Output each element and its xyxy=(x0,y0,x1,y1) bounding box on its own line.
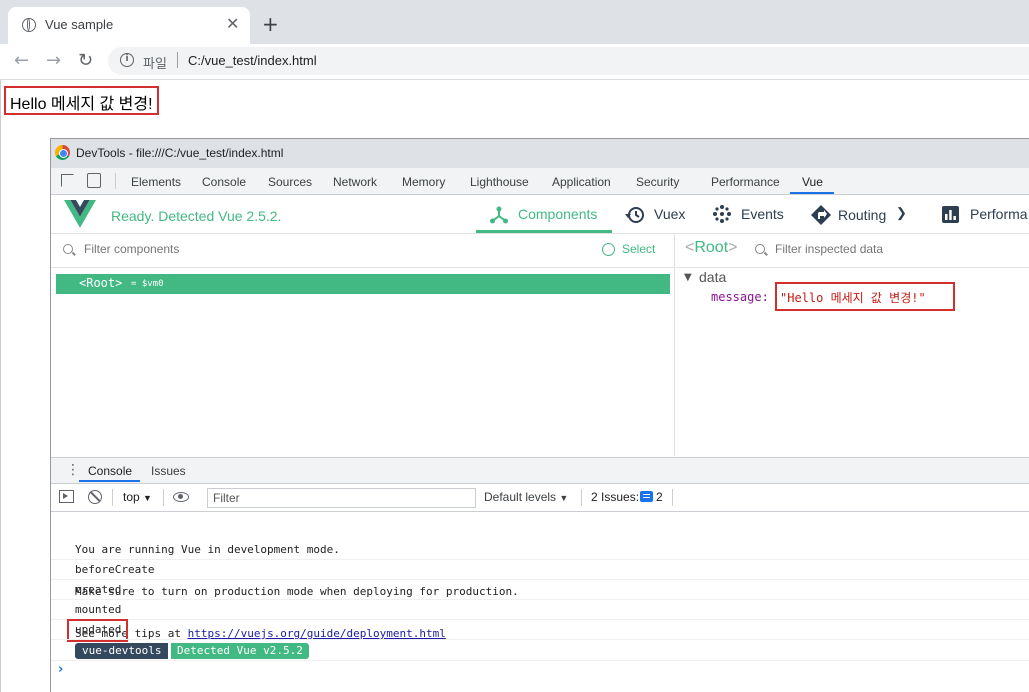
toolbar-divider xyxy=(112,489,113,506)
nav-performance[interactable]: Performa xyxy=(970,206,1028,222)
issues-label[interactable]: 2 Issues: xyxy=(591,490,639,504)
nav-components[interactable]: Components xyxy=(518,206,597,222)
chevron-down-icon[interactable]: ❯ xyxy=(896,205,907,221)
filter-inspected-data-input[interactable] xyxy=(775,242,1015,256)
message-divider xyxy=(51,639,1029,640)
vue-logo-icon xyxy=(64,200,96,228)
inspector-root-name: Root xyxy=(694,239,729,256)
sidebar-toggle-icon[interactable] xyxy=(59,490,74,503)
detected-vue-badge: Detected Vue v2.5.2 xyxy=(171,643,309,659)
message-key: message: xyxy=(711,290,769,304)
globe-icon xyxy=(22,18,36,32)
nav-routing[interactable]: Routing xyxy=(838,207,886,223)
select-component-button[interactable]: Select xyxy=(622,242,655,256)
bracket-close: > xyxy=(728,239,738,256)
drawer-tabbar xyxy=(51,457,1029,484)
tab-sources[interactable]: Sources xyxy=(268,175,312,189)
console-filter-input[interactable] xyxy=(207,488,476,508)
clear-console-icon[interactable] xyxy=(88,490,102,504)
url-scheme-label: 파일 xyxy=(143,57,167,72)
more-options-icon[interactable]: ⋮ xyxy=(66,462,80,478)
drawer-active-indicator xyxy=(79,480,140,482)
chrome-logo-icon xyxy=(55,145,70,160)
filter-components-input[interactable] xyxy=(84,242,384,256)
routing-icon xyxy=(811,205,831,225)
toolbar-divider xyxy=(163,489,164,506)
issue-message-icon xyxy=(640,491,653,502)
info-icon[interactable]: i xyxy=(120,53,134,67)
message-divider xyxy=(51,559,1029,560)
message-divider xyxy=(51,660,1029,661)
device-toolbar-icon[interactable] xyxy=(87,173,101,188)
tab-security[interactable]: Security xyxy=(636,175,679,189)
history-icon xyxy=(625,207,644,223)
tabbar-divider xyxy=(115,173,116,189)
nav-vuex[interactable]: Vuex xyxy=(654,206,685,222)
tab-vue[interactable]: Vue xyxy=(802,175,823,189)
active-tab-indicator xyxy=(790,192,834,194)
tab-title: Vue sample xyxy=(45,17,114,32)
data-section-label[interactable]: data xyxy=(699,269,726,285)
log-levels-label: Default levels xyxy=(484,490,557,504)
message-line: You are running Vue in development mode. xyxy=(75,543,340,556)
root-vm-ref: = $vm0 xyxy=(131,279,164,289)
eye-icon[interactable] xyxy=(173,492,189,502)
vue-devtools-badge: vue-devtools xyxy=(75,643,169,659)
caret-down-icon[interactable]: ▼ xyxy=(684,272,692,283)
context-selector[interactable]: top ▼ xyxy=(123,490,152,504)
new-tab-button[interactable]: + xyxy=(262,12,279,36)
close-tab-icon[interactable]: ✕ xyxy=(226,14,239,33)
components-divider xyxy=(51,267,675,268)
message-divider xyxy=(51,579,1029,580)
forward-icon[interactable]: → xyxy=(46,50,61,71)
tab-console[interactable]: Console xyxy=(202,175,246,189)
tab-lighthouse[interactable]: Lighthouse xyxy=(470,175,529,189)
context-value: top xyxy=(123,490,140,504)
console-message-mounted: mounted xyxy=(75,603,122,616)
toolbar-divider xyxy=(581,489,582,506)
url-divider xyxy=(177,52,178,68)
tab-performance[interactable]: Performance xyxy=(711,175,780,189)
dropdown-arrow-icon: ▼ xyxy=(143,493,152,503)
search-icon xyxy=(63,244,73,254)
root-component-label: <Root> xyxy=(79,276,123,290)
inspector-divider xyxy=(676,267,1029,268)
inspector-root-title: <Root> xyxy=(685,239,737,257)
console-message-beforecreate: beforeCreate xyxy=(75,563,155,576)
dropdown-arrow-icon: ▼ xyxy=(559,493,569,503)
tab-network[interactable]: Network xyxy=(333,175,377,189)
message-value[interactable]: "Hello 메세지 값 변경!" xyxy=(780,289,926,306)
devtools-title: DevTools - file:///C:/vue_test/index.htm… xyxy=(76,146,284,160)
devtools-tabbar xyxy=(51,168,1029,195)
log-levels-dropdown[interactable]: Default levels ▼ xyxy=(484,490,568,504)
drawer-tab-console[interactable]: Console xyxy=(88,464,132,478)
page-edge xyxy=(0,80,1,692)
events-icon xyxy=(713,205,731,223)
url-text[interactable]: C:/vue_test/index.html xyxy=(188,53,317,68)
inspect-element-icon[interactable] xyxy=(61,174,74,187)
back-icon[interactable]: ← xyxy=(14,50,29,71)
bracket-open: < xyxy=(685,239,695,256)
nav-events[interactable]: Events xyxy=(741,206,784,222)
issues-count[interactable]: 2 xyxy=(656,490,663,504)
tab-elements[interactable]: Elements xyxy=(131,175,181,189)
performance-icon xyxy=(942,206,959,223)
vue-status-text: Ready. Detected Vue 2.5.2. xyxy=(111,208,282,224)
console-message-created: created xyxy=(75,583,122,596)
nav-active-underline xyxy=(476,230,612,233)
target-icon[interactable] xyxy=(602,243,615,256)
search-icon xyxy=(755,244,765,254)
message-divider xyxy=(51,599,1029,600)
hello-message: Hello 메세지 값 변경! xyxy=(4,86,159,115)
tab-memory[interactable]: Memory xyxy=(402,175,445,189)
message-line: Make sure to turn on production mode whe… xyxy=(75,585,519,598)
toolbar-divider xyxy=(672,489,673,506)
components-icon xyxy=(490,206,508,224)
message-divider xyxy=(51,619,1029,620)
tab-application[interactable]: Application xyxy=(552,175,611,189)
reload-icon[interactable]: ↻ xyxy=(78,50,93,71)
console-prompt-icon[interactable]: › xyxy=(58,662,63,677)
drawer-tab-issues[interactable]: Issues xyxy=(151,464,186,478)
